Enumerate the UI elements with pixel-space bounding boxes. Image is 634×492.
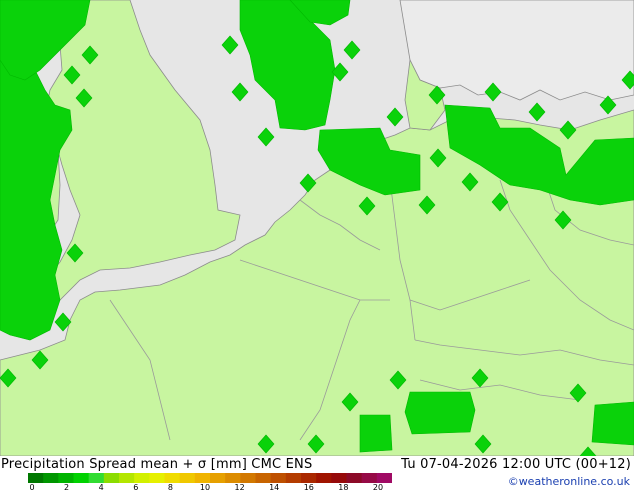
precip-blob-south <box>359 414 393 453</box>
colorbar-swatch <box>361 473 378 483</box>
colorbar-tick-label: 10 <box>199 483 211 492</box>
colorbar-tick-label: 2 <box>64 483 70 492</box>
credit-link[interactable]: ©weatheronline.co.uk <box>508 475 630 488</box>
colorbar-swatch <box>194 473 211 483</box>
precipitation-map <box>0 0 634 466</box>
colorbar-swatch <box>316 473 332 483</box>
precip-blob-alps <box>404 391 476 435</box>
colorbar-swatch <box>225 473 241 483</box>
colorbar-swatch <box>210 473 226 483</box>
map-title: Precipitation Spread mean + σ [mm] CMC E… <box>1 457 313 472</box>
forecast-datetime: Tu 07-04-2026 12:00 UTC (00+12) <box>401 457 631 472</box>
colorbar-swatch <box>43 473 59 483</box>
colorbar-swatch <box>134 473 150 483</box>
colorbar-swatch <box>103 473 120 483</box>
colorbar-swatch <box>376 473 392 483</box>
colorbar-swatch <box>270 473 287 483</box>
colorbar-swatch <box>240 473 256 483</box>
colorbar-swatch <box>73 473 90 483</box>
colorbar-swatch <box>164 473 181 483</box>
colorbar-swatch <box>149 473 165 483</box>
colorbar-tick-label: 6 <box>133 483 139 492</box>
colorbar-swatch <box>285 473 302 483</box>
colorbar-swatch <box>301 473 317 483</box>
precip-blob-southeast <box>591 401 634 446</box>
colorbar-tick-label: 18 <box>338 483 349 492</box>
colorbar-swatch <box>255 473 272 483</box>
colorbar-swatch <box>58 473 74 483</box>
colorbar-swatch <box>331 473 347 483</box>
colorbar-tick-label: 4 <box>98 483 104 492</box>
colorbar-swatch <box>28 473 44 483</box>
map-svg <box>0 0 634 466</box>
colorbar-tick-label: 14 <box>269 483 280 492</box>
colorbar <box>28 473 392 483</box>
map-footer: Precipitation Spread mean + σ [mm] CMC E… <box>0 456 634 492</box>
colorbar-swatch <box>119 473 135 483</box>
colorbar-tick-label: 0 <box>29 483 35 492</box>
colorbar-tick-label: 12 <box>234 483 245 492</box>
colorbar-tick-label: 16 <box>303 483 314 492</box>
colorbar-tick-label: 20 <box>372 483 384 492</box>
colorbar-swatch <box>346 473 363 483</box>
colorbar-swatch <box>179 473 196 483</box>
colorbar-tick-label: 8 <box>167 483 173 492</box>
scandinavia-land <box>399 0 634 101</box>
colorbar-swatch <box>88 473 105 483</box>
